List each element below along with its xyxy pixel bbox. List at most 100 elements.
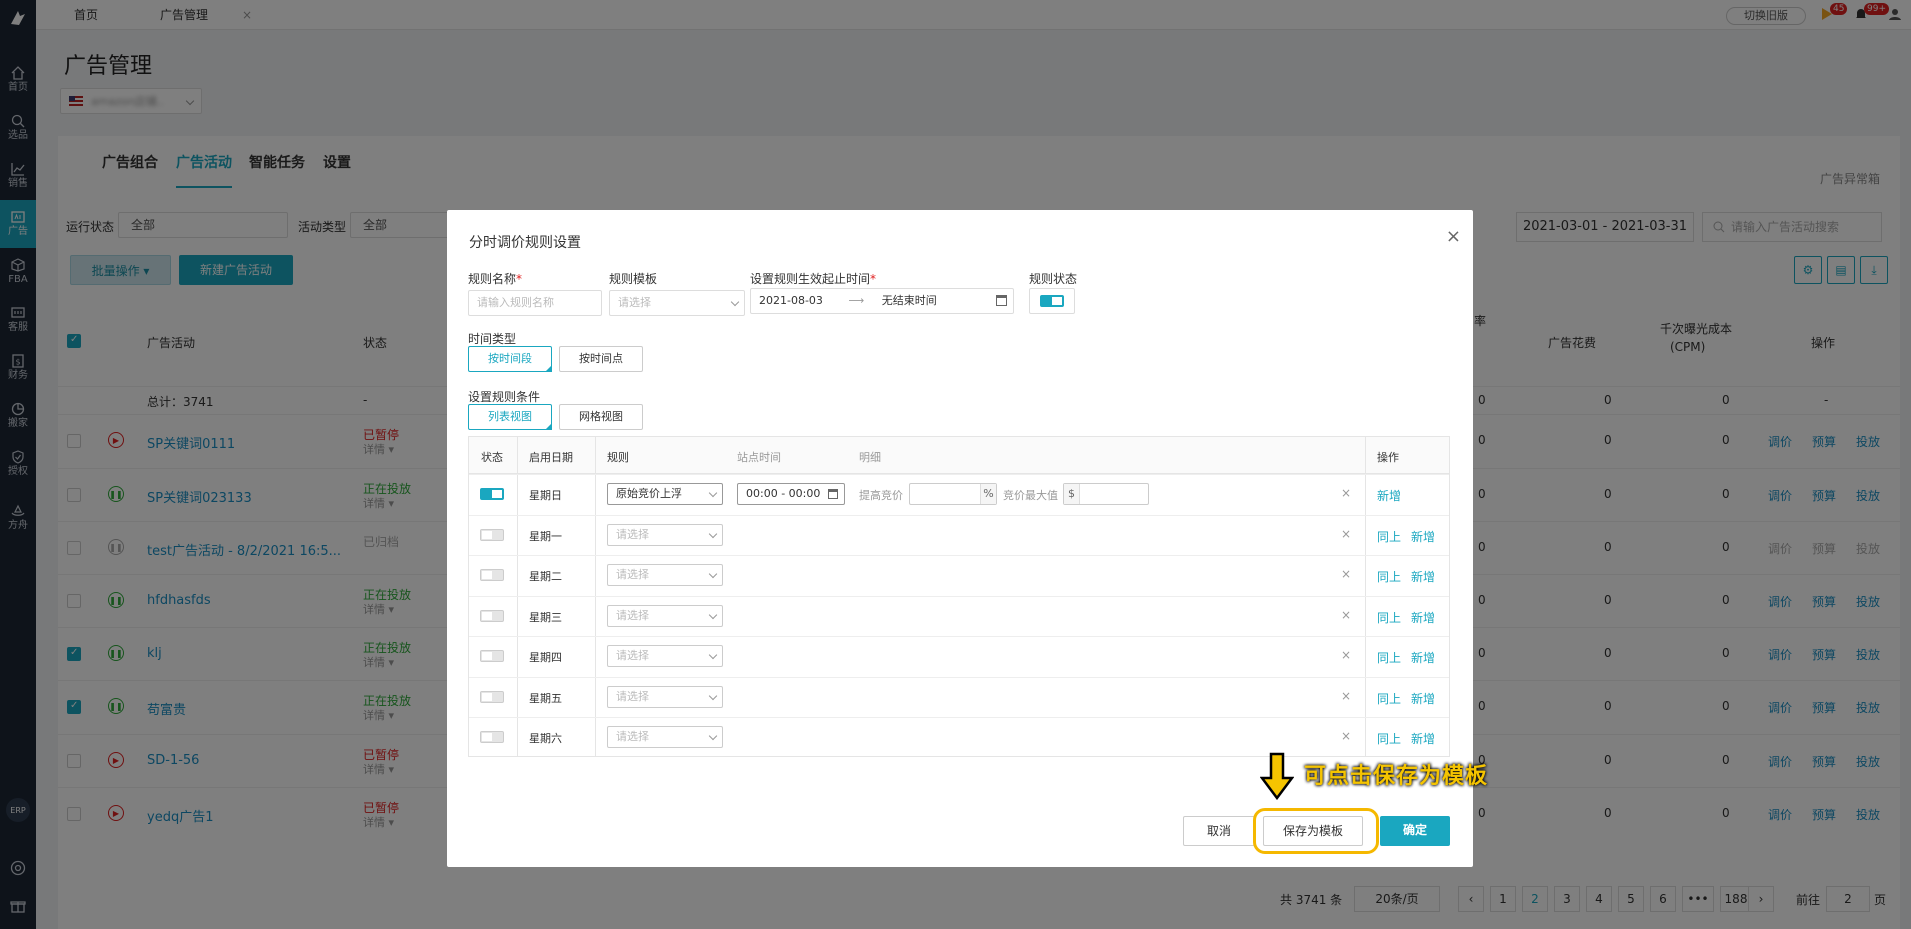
day-label: 星期六 [529, 732, 562, 745]
rule-select[interactable]: 请选择 [607, 523, 723, 546]
same-as-above-link[interactable]: 同上 [1377, 730, 1401, 747]
rule-value: 原始竞价上浮 [616, 487, 682, 500]
rule-status-label: 规则状态 [1029, 272, 1078, 286]
day-toggle[interactable] [480, 609, 504, 622]
close-icon[interactable]: × [1446, 226, 1461, 247]
clear-icon[interactable]: × [1341, 486, 1351, 500]
arrow-down-icon [1260, 752, 1294, 800]
clear-icon[interactable]: × [1341, 648, 1351, 662]
divider [469, 474, 1449, 475]
time-type-point[interactable]: 按时间点 [559, 346, 643, 372]
clear-icon[interactable]: × [1341, 567, 1351, 581]
add-rule-link[interactable]: 新增 [1411, 528, 1435, 545]
divider [517, 437, 518, 756]
arrow-right-icon: ⟶ [848, 294, 865, 307]
site-time-picker[interactable]: 00:00 - 00:00 [737, 483, 845, 505]
calendar-icon [828, 489, 838, 499]
day-toggle[interactable] [480, 569, 504, 581]
period-label-text: 设置规则生效起止时间 [750, 272, 871, 286]
same-as-above-link[interactable]: 同上 [1377, 649, 1401, 666]
currency-prefix: $ [1064, 484, 1080, 504]
divider [469, 595, 1449, 597]
time-type-period[interactable]: 按时间段 [468, 346, 552, 372]
rule-status-toggle[interactable] [1040, 295, 1064, 307]
max-bid-input[interactable]: $ [1063, 483, 1149, 505]
th-ops: 操作 [1377, 451, 1399, 464]
clear-icon[interactable]: × [1341, 527, 1351, 541]
chevron-down-icon [708, 529, 718, 538]
chevron-down-icon [708, 691, 718, 700]
add-rule-link[interactable]: 新增 [1411, 568, 1435, 585]
max-bid-label: 竞价最大值 [1003, 489, 1058, 502]
period-date-picker[interactable]: 2021-08-03 ⟶ 无结束时间 [750, 288, 1014, 314]
rule-name-label: 规则名称* [468, 272, 523, 286]
day-label: 星期一 [529, 529, 562, 543]
add-rule-link[interactable]: 新增 [1377, 487, 1401, 504]
add-rule-link[interactable]: 新增 [1411, 609, 1435, 626]
rule-select[interactable]: 请选择 [607, 564, 723, 586]
clear-icon[interactable]: × [1341, 608, 1351, 622]
rule-select[interactable]: 请选择 [607, 604, 723, 627]
th-detail: 明细 [859, 451, 881, 464]
same-as-above-link[interactable]: 同上 [1377, 690, 1401, 707]
th-day: 启用日期 [529, 451, 573, 464]
day-label: 星期五 [529, 691, 562, 705]
rule-status-toggle-box[interactable] [1029, 288, 1075, 314]
day-toggle[interactable] [480, 731, 504, 743]
cancel-button[interactable]: 取消 [1183, 816, 1255, 846]
same-as-above-link[interactable]: 同上 [1377, 528, 1401, 545]
template-select[interactable]: 请选择 [609, 290, 745, 316]
day-toggle[interactable] [480, 690, 504, 703]
day-label: 星期日 [529, 489, 562, 502]
divider [469, 636, 1449, 637]
rule-value: 请选择 [616, 527, 649, 541]
chevron-down-icon [730, 297, 740, 307]
rule-value: 请选择 [616, 568, 649, 581]
rule-select[interactable]: 原始竞价上浮 [607, 483, 723, 505]
clear-icon[interactable]: × [1341, 689, 1351, 703]
divider [595, 437, 596, 756]
rule-select[interactable]: 请选择 [607, 645, 723, 667]
grid-view-tab[interactable]: 网格视图 [559, 404, 643, 430]
raise-bid-label: 提高竞价 [859, 489, 903, 502]
rule-select[interactable]: 请选择 [607, 685, 723, 708]
th-rule: 规则 [607, 451, 629, 464]
add-rule-link[interactable]: 新增 [1411, 690, 1435, 707]
raise-bid-input[interactable]: % [909, 483, 997, 505]
end-date: 无结束时间 [881, 294, 937, 307]
day-toggle[interactable] [480, 528, 504, 541]
chevron-down-icon [708, 610, 718, 619]
th-status: 状态 [481, 451, 503, 464]
period-label: 设置规则生效起止时间* [750, 272, 877, 286]
rule-select[interactable]: 请选择 [607, 726, 723, 748]
day-label: 星期四 [529, 651, 562, 664]
time-type-label: 时间类型 [468, 332, 517, 346]
add-rule-link[interactable]: 新增 [1411, 730, 1435, 747]
chevron-down-icon [708, 488, 718, 498]
divider [469, 514, 1449, 516]
divider [469, 555, 1449, 556]
rule-name-label-text: 规则名称 [468, 272, 517, 286]
day-toggle[interactable] [480, 650, 504, 662]
rule-table: 状态 启用日期 规则 站点时间 明细 操作 星期日 原始竞价上浮 × 00:00… [468, 436, 1450, 757]
chevron-down-icon [708, 731, 718, 741]
rule-value: 请选择 [616, 730, 649, 743]
confirm-button[interactable]: 确定 [1380, 816, 1450, 846]
day-toggle[interactable] [480, 488, 504, 500]
add-rule-link[interactable]: 新增 [1411, 649, 1435, 666]
rule-value: 请选择 [616, 608, 649, 622]
same-as-above-link[interactable]: 同上 [1377, 568, 1401, 585]
day-label: 星期二 [529, 570, 562, 583]
rule-value: 请选择 [616, 649, 649, 662]
same-as-above-link[interactable]: 同上 [1377, 609, 1401, 626]
dialog-title: 分时调价规则设置 [469, 235, 581, 251]
clear-icon[interactable]: × [1341, 729, 1351, 743]
template-placeholder: 请选择 [618, 296, 651, 309]
chevron-down-icon [708, 650, 718, 660]
condition-label: 设置规则条件 [468, 390, 541, 404]
annotation-text: 可点击保存为模板 [1304, 764, 1489, 789]
rule-name-input[interactable]: 请输入规则名称 [468, 290, 602, 316]
list-view-tab[interactable]: 列表视图 [468, 404, 552, 430]
calendar-icon [996, 295, 1007, 306]
percent-suffix: % [980, 484, 996, 504]
